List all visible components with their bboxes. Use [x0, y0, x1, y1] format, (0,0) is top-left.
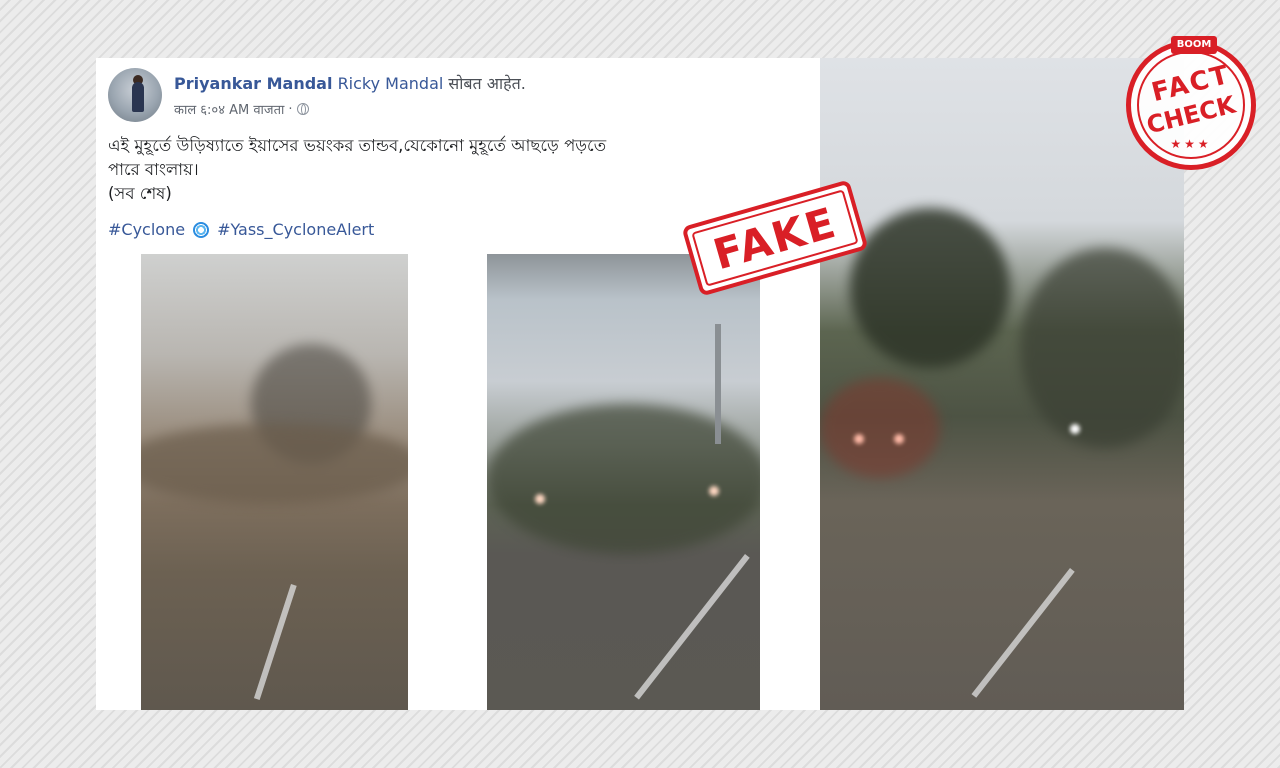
avatar-figure [132, 82, 144, 112]
badge-stars: ★★★ [1170, 137, 1212, 151]
post-text-line: পারে বাংলায়। [108, 160, 199, 179]
globe-icon[interactable] [296, 103, 309, 115]
blurred-tree [1020, 248, 1184, 448]
post-meta: काल ६:०४ AM वाजता · [174, 100, 309, 118]
video-frame-2[interactable] [487, 254, 760, 710]
with-text: सोबत आहेत. [448, 74, 526, 93]
blurred-debris [141, 424, 408, 504]
author-avatar[interactable] [108, 68, 162, 122]
post-text: এই মুহূর্তে উড়িষ্যাতে ইয়াসের ভয়ংকর তা… [108, 134, 748, 206]
tagged-user-link[interactable]: Ricky Mandal [338, 74, 444, 93]
road-marking [253, 584, 297, 700]
hashtag-yass-link[interactable]: #Yass_CycloneAlert [217, 220, 374, 239]
road-marking [971, 568, 1075, 698]
boom-fact-check-badge: BOOM FACT CHECK ★★★ [1126, 36, 1256, 170]
hashtag-cyclone-link[interactable]: #Cyclone [108, 220, 185, 239]
hashtag-row: #Cyclone #Yass_CycloneAlert [108, 220, 374, 239]
video-frame-1[interactable] [141, 254, 408, 710]
tail-light [854, 434, 864, 444]
cyclone-icon [193, 221, 210, 238]
post-text-line: এই মুহূর্তে উড়িষ্যাতে ইয়াসের ভয়ংকর তা… [108, 136, 607, 155]
author-line: Priyankar Mandal Ricky Mandal सोबत आहेत. [174, 72, 526, 94]
tail-light [894, 434, 904, 444]
post-timestamp[interactable]: काल ६:०४ AM वाजता [174, 100, 284, 118]
boom-logo: BOOM [1171, 36, 1217, 54]
post-text-line: (সব শেষ) [108, 184, 172, 203]
road-marking [634, 554, 750, 700]
author-name-link[interactable]: Priyankar Mandal [174, 74, 332, 93]
car-light [535, 494, 545, 504]
meta-separator: · [288, 101, 293, 117]
blurred-tree [850, 208, 1010, 368]
video-frame-3[interactable] [820, 58, 1184, 710]
head-light [1070, 424, 1080, 434]
street-pole [715, 324, 721, 444]
blurred-vehicle [820, 378, 940, 478]
car-light [709, 486, 719, 496]
